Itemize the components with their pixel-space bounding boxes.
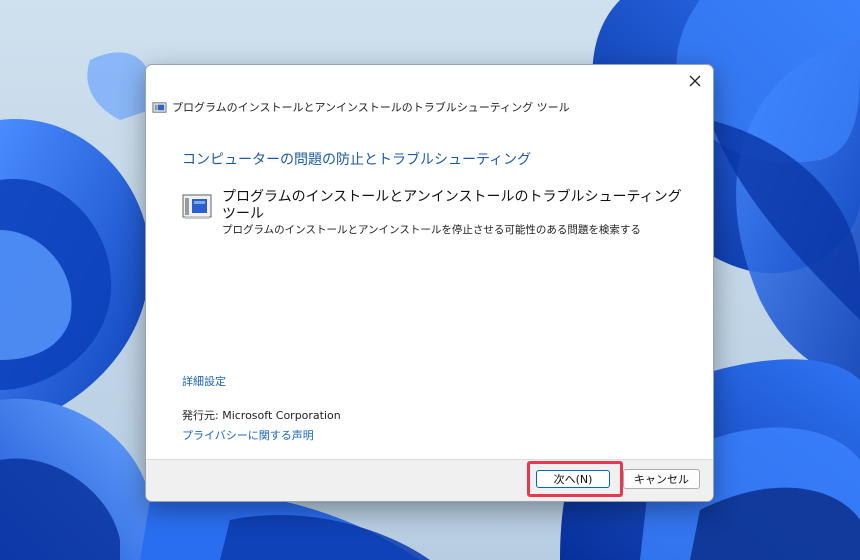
advanced-link[interactable]: 詳細設定	[182, 373, 226, 389]
troubleshooter-icon	[182, 194, 212, 219]
troubleshooter-item[interactable]: プログラムのインストールとアンインストールのトラブルシューティング ツール プロ…	[182, 189, 682, 237]
close-button[interactable]	[683, 69, 707, 93]
page-heading: コンピューターの問題の防止とトラブルシューティング	[182, 152, 532, 168]
close-icon	[689, 75, 701, 87]
next-button[interactable]: 次へ(N)	[536, 470, 610, 488]
window-title: プログラムのインストールとアンインストールのトラブルシューティング ツール	[172, 101, 570, 114]
troubleshooter-text: プログラムのインストールとアンインストールのトラブルシューティング ツール プロ…	[222, 189, 682, 237]
cancel-button[interactable]: キャンセル	[623, 469, 700, 489]
troubleshooter-icon	[152, 101, 167, 113]
troubleshooter-title: プログラムのインストールとアンインストールのトラブルシューティング ツール	[222, 189, 682, 222]
troubleshooter-description: プログラムのインストールとアンインストールを停止させる可能性のある問題を検索する	[222, 224, 641, 236]
dialog-footer: 次へ(N) キャンセル	[146, 459, 713, 501]
window-titlebar: プログラムのインストールとアンインストールのトラブルシューティング ツール	[152, 99, 570, 115]
privacy-link[interactable]: プライバシーに関する声明	[182, 427, 314, 443]
troubleshooter-dialog: プログラムのインストールとアンインストールのトラブルシューティング ツール コン…	[145, 64, 714, 502]
publisher-label: 発行元: Microsoft Corporation	[182, 409, 341, 422]
